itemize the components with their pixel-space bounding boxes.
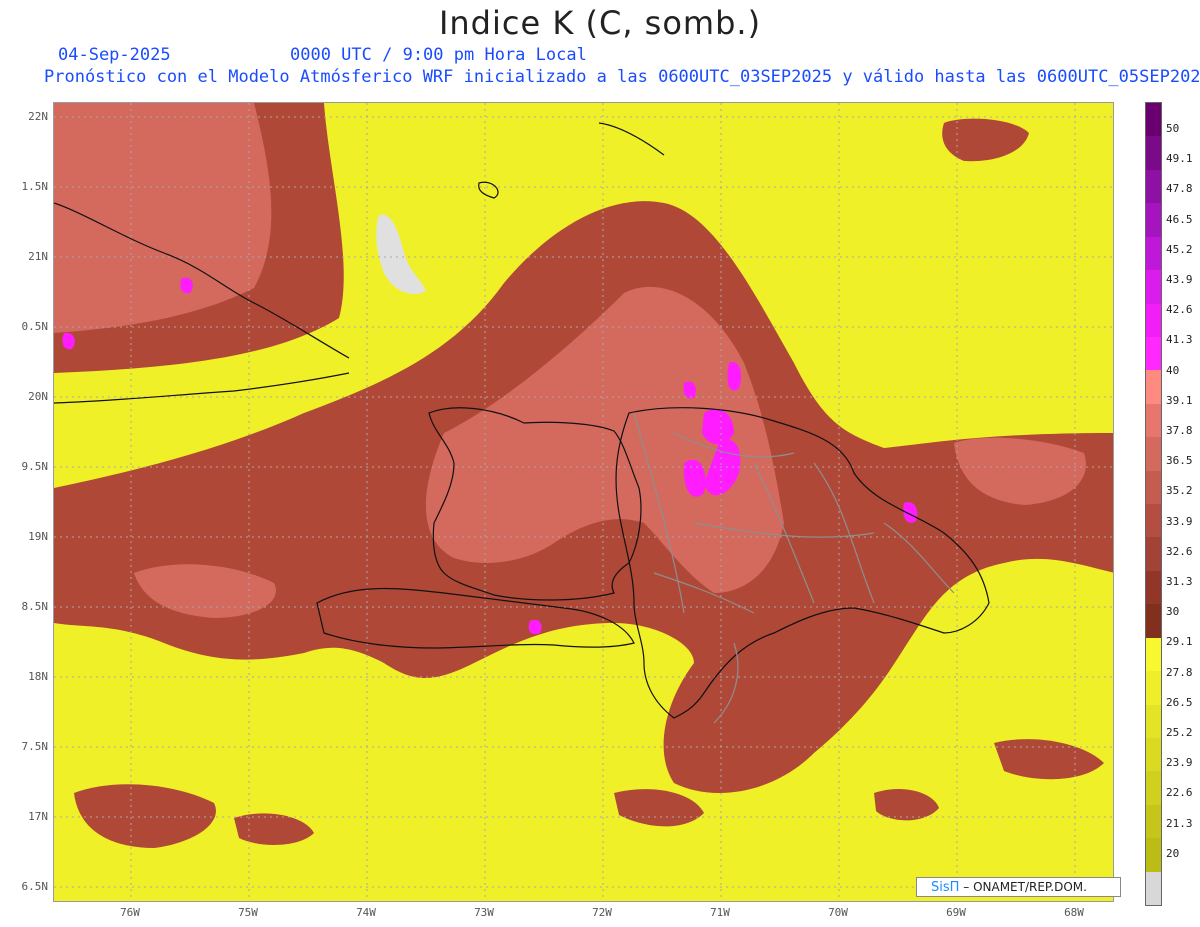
forecast-time: 0000 UTC / 9:00 pm Hora Local (290, 45, 587, 65)
colorbar-segment (1146, 671, 1161, 706)
colorbar-label: 42.6 (1166, 303, 1193, 317)
lon-label: 73W (474, 906, 494, 919)
k-index-mid-region-s5 (994, 739, 1104, 780)
colorbar-label: 40 (1166, 363, 1180, 377)
lon-label: 76W (120, 906, 140, 919)
colorbar-label: 30 (1166, 605, 1180, 619)
lat-label: 21N (28, 250, 48, 263)
colorbar-segment (1146, 470, 1161, 505)
credit-box: SisΠ – ONAMET/REP.DOM. (916, 877, 1121, 897)
colorbar-label: 36.5 (1166, 454, 1193, 468)
colorbar-segment (1146, 303, 1161, 338)
colorbar-segment (1146, 737, 1161, 773)
colorbar-segment (1146, 236, 1161, 272)
lat-label: 7.5N (21, 740, 49, 753)
colorbar-label: 27.8 (1166, 665, 1193, 679)
lon-label: 68W (1064, 906, 1084, 919)
colorbar-segment (1146, 704, 1161, 739)
colorbar-label: 46.5 (1166, 212, 1193, 226)
chart-title: Indice K (C, somb.) (438, 4, 762, 42)
lat-label: 17N (28, 810, 48, 823)
colorbar-segment (1146, 771, 1161, 806)
map-canvas (54, 103, 1113, 901)
colorbar-label: 35.2 (1166, 484, 1193, 498)
colorbar-label: 25.2 (1166, 726, 1193, 739)
colorbar-label: 29.1 (1166, 635, 1193, 649)
lon-label: 71W (710, 906, 730, 919)
lon-label: 75W (238, 906, 258, 919)
credit-org: – ONAMET/REP.DOM. (963, 880, 1087, 894)
colorbar-segment (1146, 169, 1161, 205)
k-index-mid-region-s2 (234, 813, 314, 845)
colorbar-label: 41.3 (1166, 333, 1193, 347)
colorbar-label: 32.6 (1166, 544, 1193, 558)
colorbar-label: 45.2 (1166, 242, 1193, 256)
lat-label: 1.5N (21, 180, 49, 193)
lat-label: 9.5N (21, 460, 49, 473)
colorbar-segment (1146, 403, 1161, 439)
colorbar-label: 47.8 (1166, 182, 1193, 196)
colorbar-segment (1146, 336, 1161, 372)
k-index-map (53, 102, 1114, 902)
colorbar-segment (1146, 370, 1161, 405)
colorbar-label: 39.1 (1166, 393, 1193, 407)
credit-brand: SisΠ (931, 880, 960, 895)
colorbar-segment (1146, 871, 1161, 905)
lon-label: 74W (356, 906, 376, 919)
gray-spot (376, 214, 426, 294)
colorbar-segment (1146, 203, 1161, 238)
colorbar-segment (1146, 838, 1161, 873)
colorbar-label: 37.8 (1166, 424, 1193, 437)
colorbar-label: 43.9 (1166, 273, 1193, 286)
colorbar-label: 21.3 (1166, 816, 1193, 830)
colorbar-label: 22.6 (1166, 786, 1193, 800)
colorbar-label: 23.9 (1166, 756, 1193, 770)
k-index-mid-region-s1 (74, 784, 216, 848)
colorbar-label: 31.3 (1166, 575, 1193, 588)
lat-label: 6.5N (21, 880, 49, 893)
lat-label: 8.5N (21, 600, 49, 613)
lon-label: 69W (946, 906, 966, 919)
colorbar-label: 50 (1166, 122, 1180, 135)
lat-label: 18N (28, 670, 48, 683)
colorbar (1145, 102, 1162, 906)
model-description: Pronóstico con el Modelo Atmósferico WRF… (44, 67, 1200, 87)
colorbar-segment (1146, 537, 1161, 572)
colorbar-label: 20 (1166, 846, 1180, 860)
colorbar-segment (1146, 804, 1161, 840)
colorbar-segment (1146, 437, 1161, 472)
colorbar-segment (1146, 136, 1161, 171)
forecast-date: 04-Sep-2025 (58, 45, 171, 65)
colorbar-label: 49.1 (1166, 152, 1193, 166)
lat-label: 19N (28, 530, 48, 543)
lat-label: 0.5N (21, 320, 49, 333)
colorbar-segment (1146, 570, 1161, 606)
k-index-mid-region-ne (942, 118, 1029, 162)
lon-label: 72W (592, 906, 612, 919)
lon-label: 70W (828, 906, 848, 919)
colorbar-segment (1146, 637, 1161, 673)
colorbar-label: 26.5 (1166, 695, 1193, 709)
colorbar-segment (1146, 103, 1161, 138)
lat-label: 20N (28, 390, 48, 403)
k-index-mid-region-s3 (614, 789, 704, 827)
colorbar-segment (1146, 270, 1161, 305)
colorbar-segment (1146, 604, 1161, 639)
colorbar-label: 33.9 (1166, 514, 1193, 528)
colorbar-segment (1146, 504, 1161, 539)
lat-label: 22N (28, 110, 48, 123)
k-index-mid-region-s4 (874, 788, 939, 821)
